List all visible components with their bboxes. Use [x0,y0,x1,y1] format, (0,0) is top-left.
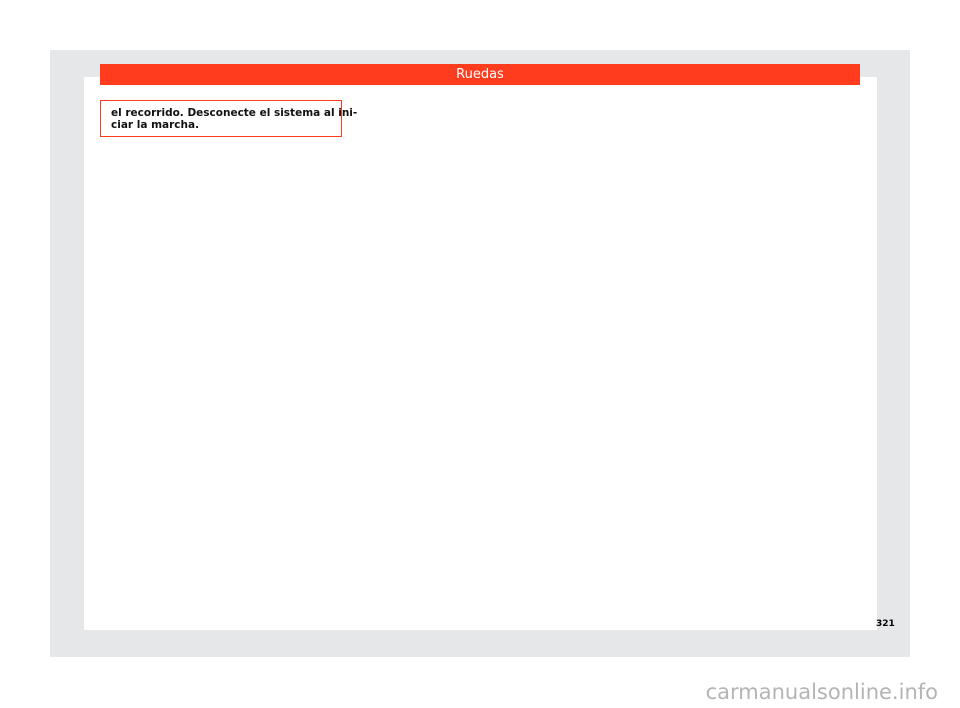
warning-text-line-2: ciar la marcha. [111,119,200,131]
page-sheet [84,77,877,630]
section-title: Ruedas [456,67,504,82]
page-number: 321 [876,619,895,629]
section-header: Ruedas [100,64,860,85]
warning-box: el recorrido. Desconecte el sistema al i… [100,100,358,137]
warning-text-line-1: el recorrido. Desconecte el sistema al i… [111,107,358,119]
watermark: carmanualsonline.info [705,680,938,704]
manual-page-canvas: Ruedas el recorrido. Desconecte el siste… [0,0,960,708]
